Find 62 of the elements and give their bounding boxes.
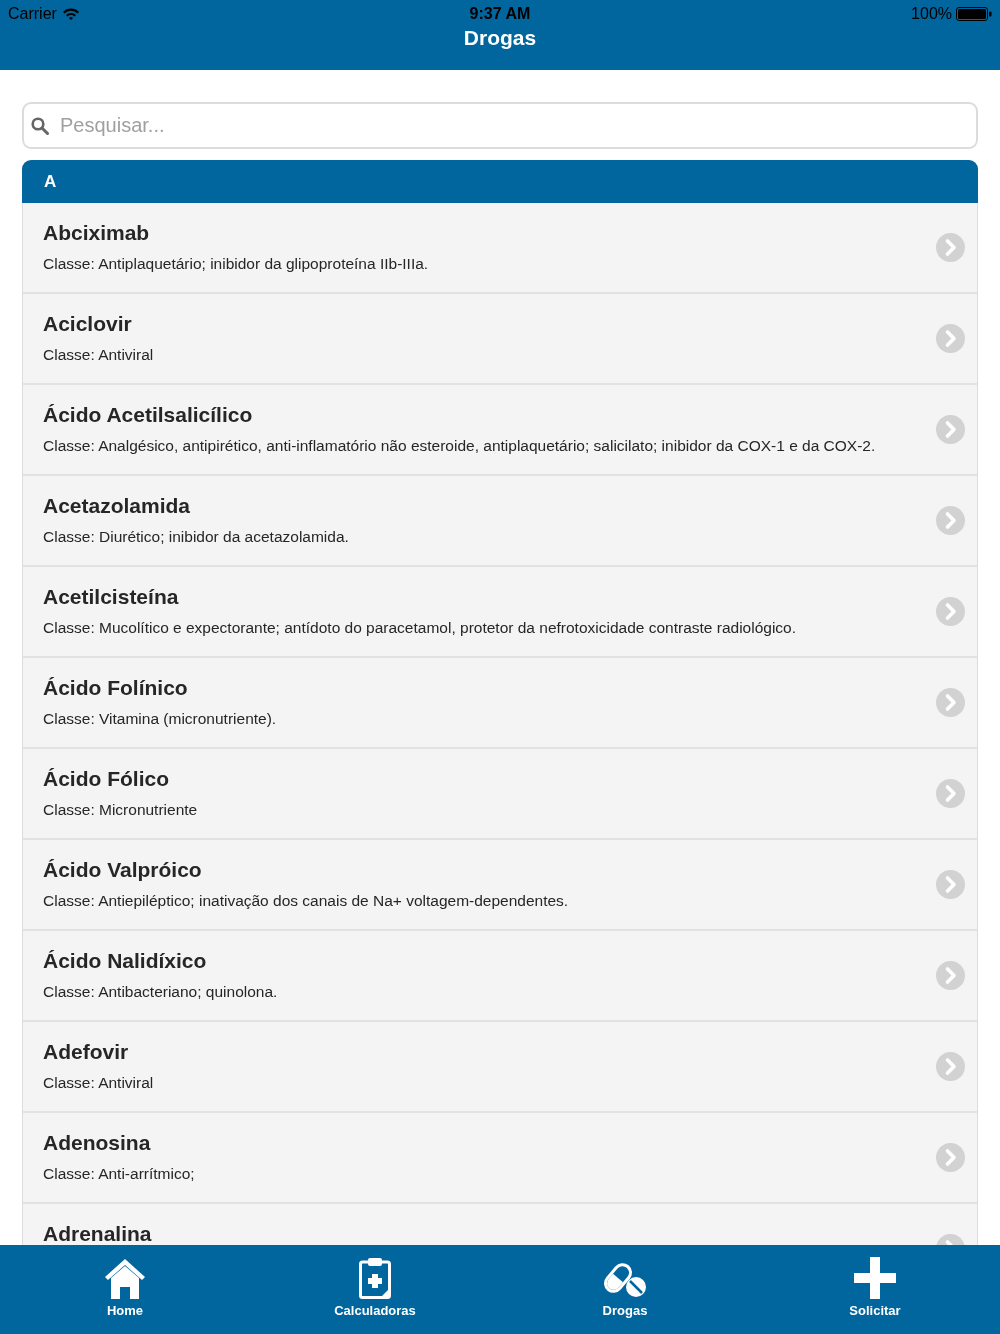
drug-name: Abciximab xyxy=(43,220,150,246)
home-icon xyxy=(103,1257,147,1299)
drug-class: Classe: Mucolítico e expectorante; antídoto do paracetamol, protetor da nefrotoxicidade contraste radiológico. xyxy=(43,618,797,638)
section-letter: A xyxy=(44,171,57,192)
drug-class: Classe: Antibacteriano; quinolona. xyxy=(43,982,278,1002)
drug-list-item[interactable]: Ácido Fólico Classe: Micronutriente xyxy=(22,749,978,840)
drug-list-item[interactable]: Adefovir Classe: Antiviral xyxy=(22,1022,978,1113)
drug-list-item[interactable]: Ácido Nalidíxico Classe: Antibacteriano; quinolona. xyxy=(22,931,978,1022)
drug-name: Ácido Folínico xyxy=(43,675,188,701)
tab-bar-item[interactable]: Home xyxy=(0,1245,250,1334)
tab-bar-item[interactable]: Solicitar xyxy=(750,1245,1000,1334)
chevron-right-icon[interactable] xyxy=(936,779,965,808)
chevron-right-icon[interactable] xyxy=(936,415,965,444)
carrier-text: Carrier xyxy=(8,4,57,23)
drug-list-item[interactable]: Abciximab Classe: Antiplaquetário; inibidor da glipoproteína IIb-IIIa. xyxy=(22,203,978,294)
chevron-right-icon[interactable] xyxy=(936,233,965,262)
drug-class: Classe: Micronutriente xyxy=(43,800,198,820)
drug-name: Acetazolamida xyxy=(43,493,191,519)
tab-bar-item[interactable]: Drogas xyxy=(500,1245,750,1334)
battery-icon xyxy=(956,6,992,21)
drug-list-item[interactable]: Ácido Valpróico Classe: Antiepiléptico; inativação dos canais de Na+ voltagem-dependentes. xyxy=(22,840,978,931)
search-field[interactable]: Pesquisar... xyxy=(22,102,978,149)
status-time: 9:37 AM xyxy=(469,4,531,23)
drug-name: Aciclovir xyxy=(43,311,132,337)
chevron-right-icon[interactable] xyxy=(936,324,965,353)
wifi-icon xyxy=(62,7,79,20)
drug-class: Classe: Antiviral xyxy=(43,1073,154,1093)
tab-bar-item[interactable]: Calculadoras xyxy=(250,1245,500,1334)
drug-class: Classe: Anti-arrítmico; xyxy=(43,1164,195,1184)
chevron-right-icon[interactable] xyxy=(936,1052,965,1081)
drug-class: Classe: Vitamina (micronutriente). xyxy=(43,709,277,729)
drug-list-item[interactable]: Adenosina Classe: Anti-arrítmico; xyxy=(22,1113,978,1204)
drug-class: Classe: Antiviral xyxy=(43,345,154,365)
battery-percentage: 100% xyxy=(911,4,952,23)
drug-list-item[interactable]: Acetazolamida Classe: Diurético; inibidor da acetazolamida. xyxy=(22,476,978,567)
drug-name: Acetilcisteína xyxy=(43,584,179,610)
drug-list-item[interactable]: Acetilcisteína Classe: Mucolítico e expectorante; antídoto do paracetamol, protetor da nefrotoxicidade contraste radiológico. xyxy=(22,567,978,658)
drug-name: Adrenalina xyxy=(43,1221,152,1245)
drug-name: Ácido Valpróico xyxy=(43,857,202,883)
search-icon xyxy=(31,117,49,135)
drug-name: Ácido Nalidíxico xyxy=(43,948,207,974)
drug-class: Classe: Diurético; inibidor da acetazolamida. xyxy=(43,527,349,547)
drug-class: Classe: Antiplaquetário; inibidor da glipoproteína IIb-IIIa. xyxy=(43,254,429,274)
plus-icon xyxy=(854,1257,896,1299)
drug-list-item[interactable]: Aciclovir Classe: Antiviral xyxy=(22,294,978,385)
drug-list-item[interactable]: Ácido Acetilsalicílico Classe: Analgésico, antipirético, anti-inflamatório não esteroide, antiplaquetário; salicilato; inibidor da COX-1 e da COX-2. xyxy=(22,385,978,476)
drug-list-item[interactable]: Ácido Folínico Classe: Vitamina (micronutriente). xyxy=(22,658,978,749)
drug-name: Adenosina xyxy=(43,1130,151,1156)
drug-class: Classe: Analgésico, antipirético, anti-inflamatório não esteroide, antiplaquetário; salicilato; inibidor da COX-1 e da COX-2. xyxy=(43,436,876,456)
drug-list-item[interactable]: Adrenalina xyxy=(22,1204,978,1245)
clipboard-plus-icon xyxy=(359,1257,391,1299)
drug-name: Ácido Fólico xyxy=(43,766,169,792)
drug-name: Ácido Acetilsalicílico xyxy=(43,402,253,428)
chevron-right-icon[interactable] xyxy=(936,961,965,990)
chevron-right-icon[interactable] xyxy=(936,688,965,717)
chevron-right-icon[interactable] xyxy=(936,597,965,626)
drug-class: Classe: Antiepiléptico; inativação dos canais de Na+ voltagem-dependentes. xyxy=(43,891,569,911)
chevron-right-icon[interactable] xyxy=(936,870,965,899)
drug-name: Adefovir xyxy=(43,1039,129,1065)
chevron-right-icon[interactable] xyxy=(936,506,965,535)
page-title: Drogas xyxy=(463,27,537,49)
chevron-right-icon[interactable] xyxy=(936,1143,965,1172)
